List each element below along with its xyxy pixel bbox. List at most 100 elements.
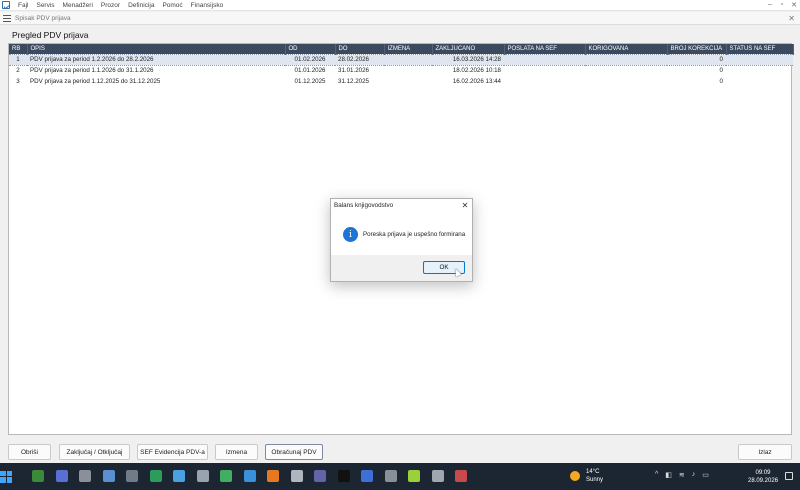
cell-izmena xyxy=(384,65,432,76)
cell-izmena xyxy=(384,76,432,87)
screen-icon[interactable] xyxy=(455,470,467,482)
monitor-icon[interactable] xyxy=(173,470,185,482)
menu-prozor[interactable]: Prozor xyxy=(97,2,124,9)
cell-od: 01.12.2025 xyxy=(294,78,326,85)
excel-icon[interactable] xyxy=(32,470,44,482)
obrisi-button[interactable]: Obriši xyxy=(8,444,51,460)
page-title: Pregled PDV prijava xyxy=(12,30,89,40)
cell-korigovana xyxy=(585,53,667,66)
cell-od: 01.01.2026 xyxy=(294,67,326,75)
chat-icon[interactable] xyxy=(220,470,232,482)
save-icon[interactable] xyxy=(55,470,68,482)
cell-do: 31.01.2026 xyxy=(338,67,369,75)
cell-broj: 0 xyxy=(719,78,723,85)
cell-opis: PDV prijava za period 1.1.2026 do 31.1.2… xyxy=(30,67,154,75)
document-icon[interactable] xyxy=(361,470,373,482)
cell-rb: 1 xyxy=(9,53,27,66)
menu-definicija[interactable]: Definicija xyxy=(124,2,158,9)
cell-do: 28.02.2026 xyxy=(335,53,384,66)
clock-time: 09:09 xyxy=(755,470,771,476)
window-icon[interactable] xyxy=(126,470,138,482)
list-icon xyxy=(3,14,11,22)
dialog-message: Poreska prijava je uspešno formirana xyxy=(363,231,466,238)
weather-temp: 14°C xyxy=(586,469,600,475)
cell-poslata xyxy=(504,53,585,66)
col-zakljucano[interactable]: ZAKLJUCANO xyxy=(432,44,505,54)
dialog-footer: OK xyxy=(331,255,472,281)
battery-icon[interactable]: ▭ xyxy=(702,471,709,479)
cell-izmena xyxy=(384,53,432,66)
notification-icon[interactable] xyxy=(785,472,793,480)
minimize-icon[interactable]: – xyxy=(764,1,776,9)
menu-finansijsko[interactable]: Finansijsko xyxy=(187,2,228,9)
col-poslata[interactable]: POSLATA NA SEF xyxy=(504,44,586,54)
wifi-icon[interactable]: ≋ xyxy=(679,471,685,479)
sun-icon xyxy=(570,471,580,481)
col-izmena[interactable]: IZMENA xyxy=(384,44,433,54)
izmena-button[interactable]: Izmena xyxy=(215,444,258,460)
wrench-icon[interactable] xyxy=(290,470,303,482)
table-row[interactable]: 1 PDV prijava za period 1.2.2026 do 28.2… xyxy=(9,53,793,66)
cell-zakljucano: 16.03.2026 14:28 xyxy=(432,53,504,66)
taskbar: 14°C Sunny ^ ◧ ≋ ♪ ▭ 09:09 28.09.2026 xyxy=(0,463,800,490)
clock[interactable]: 09:09 28.09.2026 xyxy=(748,469,778,485)
black-app-icon[interactable] xyxy=(337,470,350,482)
col-broj-korekcija[interactable]: BROJ KOREKCIJA xyxy=(667,44,727,54)
col-rb[interactable]: RB xyxy=(9,44,28,54)
tray-app-icon[interactable]: ◧ xyxy=(665,471,672,479)
table-row[interactable]: 2 PDV prijava za period 1.1.2026 do 31.1… xyxy=(9,65,793,76)
dialog-close-icon[interactable]: ✕ xyxy=(458,201,472,210)
close-icon[interactable]: ✕ xyxy=(788,1,800,9)
cell-opis: PDV prijava za period 1.2.2026 do 28.2.2… xyxy=(27,53,285,66)
menu-fajl[interactable]: Fajl xyxy=(14,2,32,9)
cell-broj: 0 xyxy=(719,67,723,75)
menu-menadzeri[interactable]: Menadžeri xyxy=(59,2,97,9)
cell-zakljucano: 16.02.2026 13:44 xyxy=(452,78,501,85)
zakljucaj-button[interactable]: Zaključaj / Otključaj xyxy=(59,444,130,460)
subwindow-close-icon[interactable]: ✕ xyxy=(788,14,795,23)
sef-evidencija-button[interactable]: SEF Evidencija PDV-a xyxy=(137,444,208,460)
cell-zakljucano: 18.02.2026 10:18 xyxy=(452,67,501,75)
col-korigovana[interactable]: KORIGOVANA xyxy=(585,44,668,54)
col-od[interactable]: OD xyxy=(285,44,336,54)
volume-icon[interactable]: ♪ xyxy=(692,471,696,479)
tools-icon[interactable] xyxy=(79,470,91,482)
cell-status xyxy=(726,53,793,66)
weather-widget[interactable]: 14°C Sunny xyxy=(570,468,603,484)
col-opis[interactable]: OPIS xyxy=(27,44,286,54)
spreadsheet-icon[interactable] xyxy=(149,470,162,482)
tray-chevron-icon[interactable]: ^ xyxy=(655,471,658,479)
info-icon: i xyxy=(343,227,358,242)
edit-icon[interactable] xyxy=(243,470,256,482)
dialog-titlebar: Balans knjigovodstvo ✕ xyxy=(331,199,472,212)
printer-icon[interactable] xyxy=(384,470,397,482)
col-do[interactable]: DO xyxy=(335,44,385,54)
menu-servis[interactable]: Servis xyxy=(32,2,58,9)
cell-do: 31.12.2025 xyxy=(338,78,369,85)
clock-date: 28.09.2026 xyxy=(748,478,779,484)
restore-icon[interactable]: ▫ xyxy=(776,1,788,9)
system-tray: ^ ◧ ≋ ♪ ▭ xyxy=(655,471,709,479)
settings-icon[interactable] xyxy=(196,470,209,482)
header-row: RB OPIS OD DO IZMENA ZAKLJUCANO POSLATA … xyxy=(9,44,794,54)
table-row[interactable]: 3 PDV prijava za period 1.12.2025 do 31.… xyxy=(9,76,793,87)
cell-korigovana xyxy=(585,65,667,76)
cell-korigovana xyxy=(585,76,667,87)
browser-icon[interactable] xyxy=(267,470,279,482)
izlaz-button[interactable]: Izlaz xyxy=(738,444,792,460)
menu-bar: Fajl Servis Menadžeri Prozor Definicija … xyxy=(0,0,800,11)
menu-pomoc[interactable]: Pomoć xyxy=(158,2,186,9)
cell-od: 01.02.2026 xyxy=(285,53,335,66)
database-icon[interactable] xyxy=(102,470,115,482)
col-status-sef[interactable]: STATUS NA SEF xyxy=(726,44,794,54)
cell-rb: 3 xyxy=(16,78,20,85)
obracunaj-pdv-button[interactable]: Obračunaj PDV xyxy=(265,444,323,460)
leaf-icon[interactable] xyxy=(408,470,420,482)
cell-poslata xyxy=(504,65,585,76)
teams-icon[interactable] xyxy=(314,470,326,482)
tablet-icon[interactable] xyxy=(431,470,444,482)
windows-start-icon[interactable] xyxy=(0,470,12,483)
cell-status xyxy=(726,76,793,87)
subwindow-title: Spisak PDV prijava xyxy=(15,14,71,22)
weather-desc: Sunny xyxy=(586,477,604,483)
